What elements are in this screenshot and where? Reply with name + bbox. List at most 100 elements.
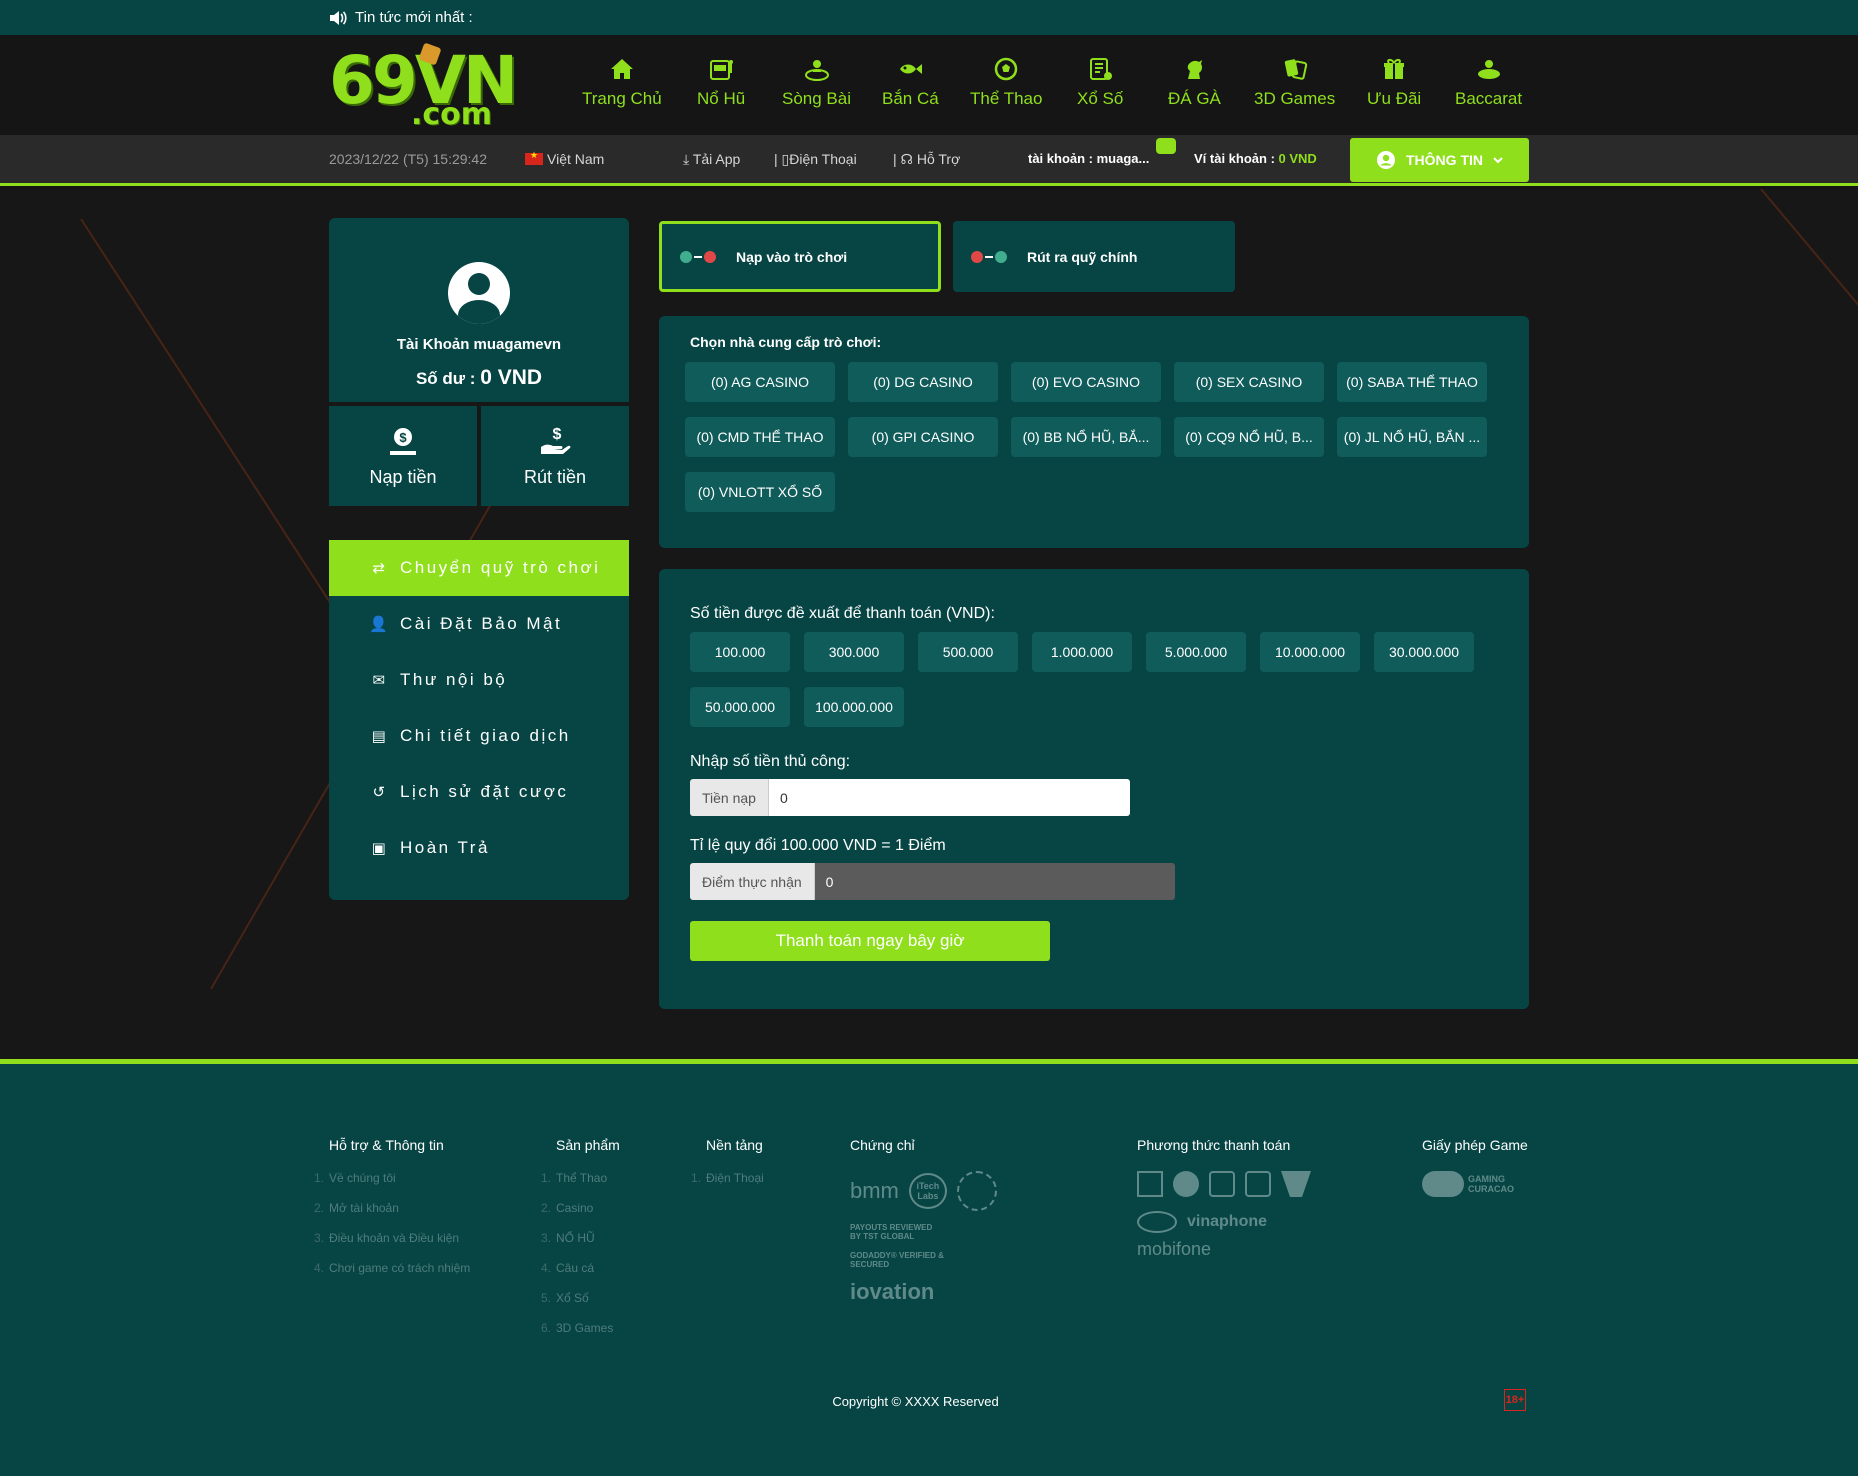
menu-item-rebate[interactable]: ▣ Hoàn Trả — [329, 820, 629, 876]
provider-evo-casino[interactable]: (0) EVO CASINO — [1011, 362, 1161, 402]
footer-license: Giấy phép Game GAMING CURACAO — [1422, 1137, 1528, 1197]
footer-payments: Phương thức thanh toán vinaphone mobifon… — [1137, 1137, 1311, 1260]
footer-link[interactable]: 3. Điều khoản và Điều kiện — [314, 1231, 470, 1261]
download-app-link[interactable]: ⤓ Tải App — [683, 151, 740, 168]
history-icon: ↺ — [372, 784, 388, 801]
provider-vnlott-lottery[interactable]: (0) VNLOTT XỔ SỐ — [685, 472, 835, 512]
news-label: Tin tức mới nhất : — [355, 9, 473, 26]
amount-option[interactable]: 1.000.000 — [1032, 632, 1132, 672]
mobifone-logo: mobifone — [1137, 1239, 1212, 1259]
footer-heading: Phương thức thanh toán — [1137, 1137, 1291, 1153]
provider-dg-casino[interactable]: (0) DG CASINO — [848, 362, 998, 402]
tab-deposit-to-game[interactable]: Nạp vào trò chơi — [659, 221, 941, 292]
copyright: Copyright © XXXX Reserved — [832, 1394, 999, 1409]
provider-gpi-casino[interactable]: (0) GPI CASINO — [848, 417, 998, 457]
nav-lottery[interactable]: Xổ Số — [1077, 55, 1123, 109]
footer-link[interactable]: 2. Casino — [541, 1201, 620, 1231]
support-label: Hỗ Trợ — [916, 151, 961, 167]
envelope-icon: ✉ — [372, 672, 388, 689]
download-label: Tải App — [692, 151, 741, 167]
menu-label: Hoàn Trả — [400, 838, 490, 857]
amount-option[interactable]: 100.000 — [690, 632, 790, 672]
wallet-value: 0 VND — [1278, 151, 1317, 166]
tst-logo: PAYOUTS REVIEWED BY TST GLOBAL — [850, 1223, 933, 1241]
provider-sex-casino[interactable]: (0) SEX CASINO — [1174, 362, 1324, 402]
footer-link[interactable]: 6. 3D Games — [541, 1321, 620, 1351]
footer-link[interactable]: 3. NỔ HŨ — [541, 1231, 620, 1261]
user-lock-icon: 👤 — [369, 616, 391, 633]
amount-option[interactable]: 5.000.000 — [1146, 632, 1246, 672]
tab-withdraw-to-main[interactable]: Rút ra quỹ chính — [953, 221, 1235, 292]
amount-option[interactable]: 100.000.000 — [804, 687, 904, 727]
nav-label: Bắn Cá — [882, 89, 939, 108]
nav-label: Baccarat — [1455, 89, 1523, 108]
nav-sports[interactable]: Thể Thao — [970, 55, 1042, 109]
nav-fishing[interactable]: Bắn Cá — [882, 55, 939, 109]
gift-icon — [1384, 59, 1405, 79]
headset-icon: ☊ — [900, 151, 913, 167]
clipboard-icon: ▤ — [371, 728, 389, 745]
svg-text:$: $ — [553, 426, 562, 443]
footer-link[interactable]: 4. Câu cá — [541, 1261, 620, 1291]
wallet-info: Ví tài khoản : 0 VND — [1194, 151, 1317, 166]
footer-link[interactable]: 1. Điện Thoại — [691, 1171, 764, 1201]
nav-3d-games[interactable]: 3D Games — [1254, 55, 1335, 109]
tab-label: Nạp vào trò chơi — [736, 248, 848, 265]
rate-label: Tỉ lệ quy đổi 100.000 VND = 1 Điểm — [690, 837, 946, 854]
info-dropdown-button[interactable]: THÔNG TIN — [1350, 138, 1529, 182]
amount-option[interactable]: 50.000.000 — [690, 687, 790, 727]
menu-item-inbox[interactable]: ✉ Thư nội bộ — [329, 652, 629, 708]
menu-item-bet-history[interactable]: ↺ Lịch sử đặt cược — [329, 764, 629, 820]
money-icon: ▣ — [371, 840, 389, 857]
phone-link[interactable]: | ▯Điện Thoại — [774, 151, 857, 168]
amount-option[interactable]: 10.000.000 — [1260, 632, 1360, 672]
nav-cockfight[interactable]: ĐÁ GÀ — [1168, 55, 1221, 109]
language-label: Việt Nam — [547, 151, 605, 167]
provider-jl-slots[interactable]: (0) JL NỔ HŨ, BẮN ... — [1337, 417, 1487, 457]
deposit-button[interactable]: $ Nạp tiền — [329, 406, 477, 506]
menu-item-transactions[interactable]: ▤ Chi tiết giao dịch — [329, 708, 629, 764]
background-decoration — [1760, 189, 1858, 512]
amount-option[interactable]: 30.000.000 — [1374, 632, 1474, 672]
account-name: tài khoản : muaga... — [1028, 151, 1150, 166]
user-circle-icon — [1377, 151, 1395, 169]
nav-slots[interactable]: Nổ Hũ — [697, 55, 745, 109]
amount-option[interactable]: 300.000 — [804, 632, 904, 672]
main-content: Tài Khoản muagamevn Số dư : 0 VND $ Nạp … — [0, 189, 1858, 1059]
deposit-amount-input[interactable]: 0 — [768, 779, 1130, 816]
menu-label: Thư nội bộ — [400, 670, 508, 689]
pay-now-button[interactable]: Thanh toán ngay bây giờ — [690, 921, 1050, 961]
nav-casino[interactable]: Sòng Bài — [782, 55, 851, 109]
footer-platform: Nền tảng 1. Điện Thoại — [691, 1137, 764, 1201]
footer-link[interactable]: 1. Về chúng tôi — [314, 1171, 470, 1201]
provider-cmd-sports[interactable]: (0) CMD THỂ THAO — [685, 417, 835, 457]
footer-link[interactable]: 5. Xổ Số — [541, 1291, 620, 1321]
manual-label: Nhập số tiền thủ công: — [690, 753, 851, 770]
vinaphone-logo: vinaphone — [1187, 1213, 1268, 1230]
footer-heading: Sản phẩm — [556, 1137, 620, 1153]
nav-baccarat[interactable]: Baccarat — [1455, 55, 1522, 109]
withdraw-label: Rút tiền — [523, 466, 587, 487]
nav-promotions[interactable]: Ưu Đãi — [1367, 55, 1421, 109]
provider-cq9-slots[interactable]: (0) CQ9 NỔ HŨ, B... — [1174, 417, 1324, 457]
points-addon: Điểm thực nhận — [690, 863, 815, 900]
provider-ag-casino[interactable]: (0) AG CASINO — [685, 362, 835, 402]
gaming-curacao-icon — [1422, 1171, 1464, 1197]
footer-link[interactable]: 2. Mở tài khoản — [314, 1201, 470, 1231]
footer-link[interactable]: 4. Chơi game có trách nhiệm — [314, 1261, 470, 1291]
provider-bb-slots[interactable]: (0) BB NỔ HŨ, BẮ... — [1011, 417, 1161, 457]
provider-saba-sports[interactable]: (0) SABA THỂ THAO — [1337, 362, 1487, 402]
nav-home[interactable]: Trang Chủ — [582, 55, 662, 109]
language-selector[interactable]: Việt Nam — [525, 150, 605, 167]
footer-heading: Giấy phép Game — [1422, 1137, 1528, 1153]
menu-item-transfer[interactable]: ⇄ Chuyển quỹ trò chơi — [329, 540, 629, 596]
bmm-logo: bmm — [850, 1178, 899, 1203]
godaddy-logo: GODADDY® VERIFIED & SECURED — [850, 1251, 944, 1269]
footer-link[interactable]: 1. Thể Thao — [541, 1171, 620, 1201]
withdraw-button[interactable]: $ Rút tiền — [481, 406, 629, 506]
amount-option[interactable]: 500.000 — [918, 632, 1018, 672]
site-logo[interactable]: 69VN .com — [329, 42, 518, 133]
support-link[interactable]: | ☊ Hỗ Trợ — [893, 151, 960, 168]
menu-item-security[interactable]: 👤 Cài Đặt Bảo Mật — [329, 596, 629, 652]
chat-icon[interactable] — [1156, 138, 1176, 154]
